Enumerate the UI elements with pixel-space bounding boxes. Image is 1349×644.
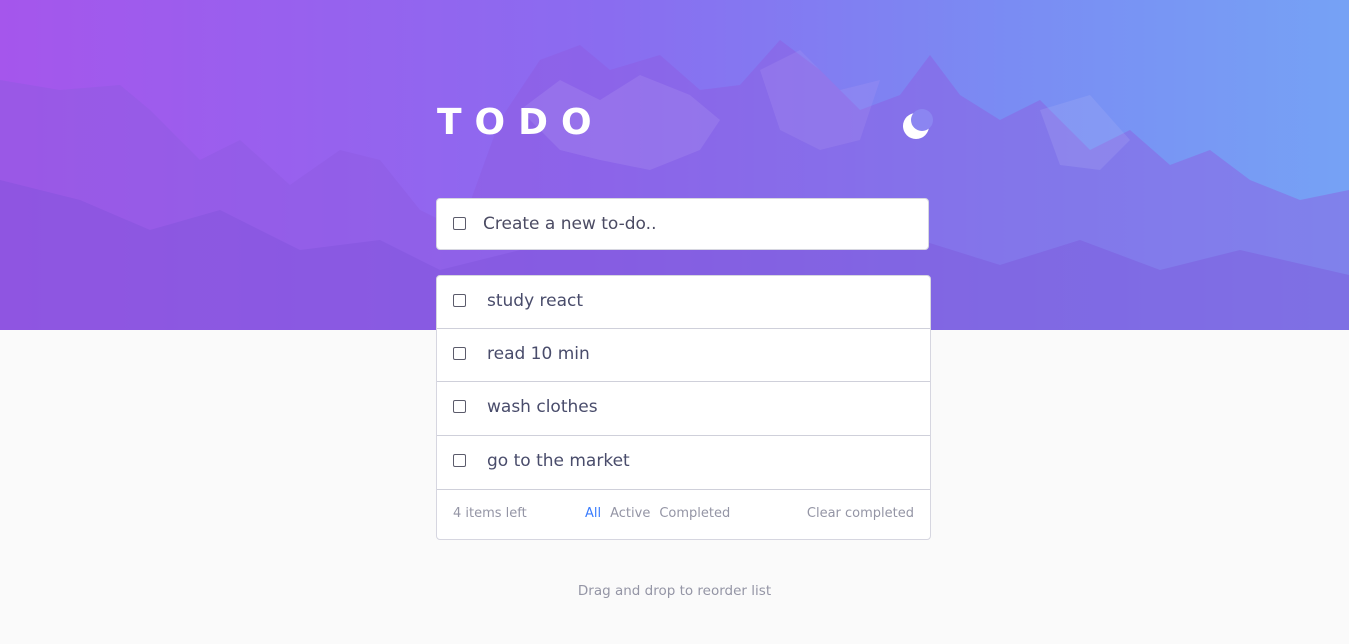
new-todo-checkbox[interactable] xyxy=(453,217,466,230)
list-footer: 4 items left All Active Completed Clear co… xyxy=(437,490,930,538)
todo-checkbox[interactable] xyxy=(453,347,466,360)
todo-item[interactable]: go to the market xyxy=(437,436,930,490)
clear-completed-button[interactable]: Clear completed xyxy=(807,506,914,521)
filter-active[interactable]: Active xyxy=(610,506,650,521)
todo-text[interactable]: study react xyxy=(487,290,583,312)
todo-item[interactable]: wash clothes xyxy=(437,382,930,436)
todo-text[interactable]: read 10 min xyxy=(487,343,590,365)
app-title: TODO xyxy=(437,102,605,143)
reorder-hint: Drag and drop to reorder list xyxy=(577,583,772,599)
filter-group: All Active Completed xyxy=(585,506,739,521)
new-todo-bar xyxy=(436,198,929,250)
todo-text[interactable]: go to the market xyxy=(487,450,630,472)
todo-checkbox[interactable] xyxy=(453,294,466,307)
todo-checkbox[interactable] xyxy=(453,454,466,467)
moon-icon xyxy=(903,109,933,139)
filter-all[interactable]: All xyxy=(585,506,601,521)
todo-item[interactable]: read 10 min xyxy=(437,329,930,382)
todo-list: study react read 10 min wash clothes go … xyxy=(436,275,931,540)
todo-checkbox[interactable] xyxy=(453,400,466,413)
items-left-count: 4 items left xyxy=(453,506,527,521)
theme-toggle-button[interactable] xyxy=(898,108,934,144)
filter-completed[interactable]: Completed xyxy=(659,506,730,521)
todo-text[interactable]: wash clothes xyxy=(487,396,598,418)
todo-item[interactable]: study react xyxy=(437,276,930,329)
new-todo-input[interactable] xyxy=(483,209,903,239)
